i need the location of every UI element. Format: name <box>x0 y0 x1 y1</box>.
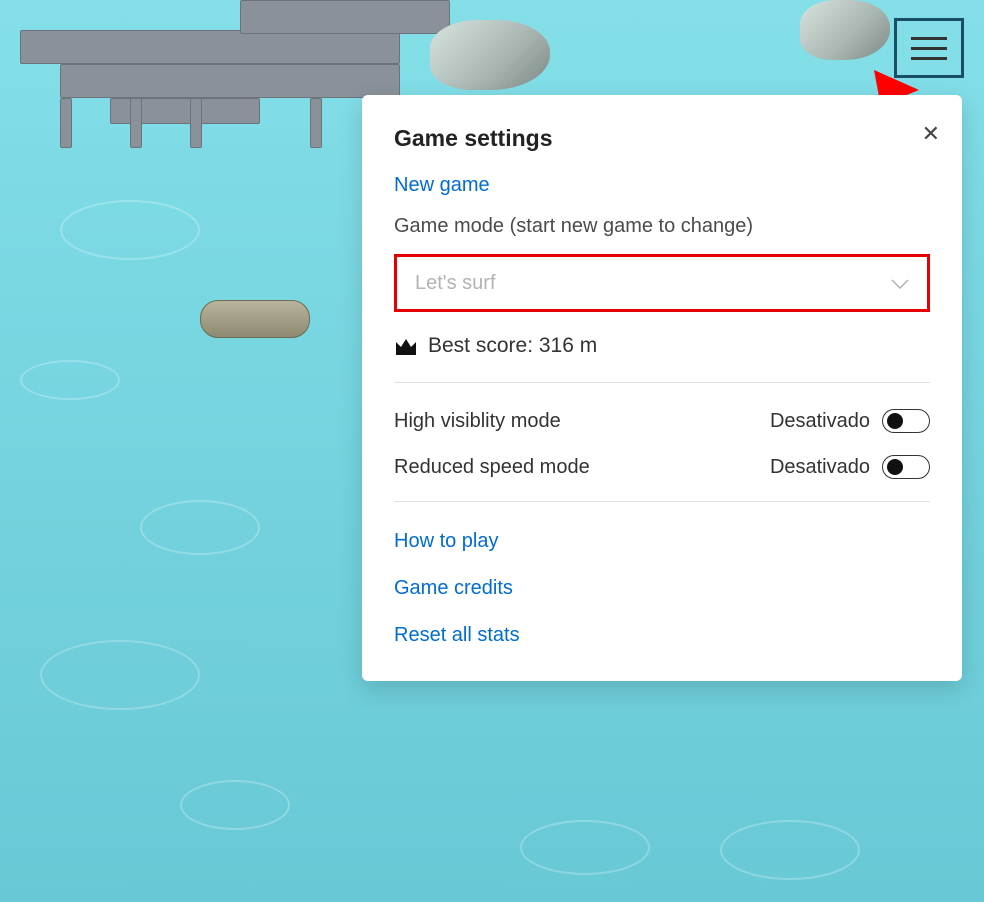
game-mode-label: Game mode (start new game to change) <box>394 215 930 238</box>
new-game-link[interactable]: New game <box>394 174 930 197</box>
reduced-speed-toggle[interactable] <box>882 455 930 479</box>
menu-button[interactable] <box>894 18 964 78</box>
panel-title: Game settings <box>394 125 930 152</box>
reduced-speed-state: Desativado <box>770 456 870 479</box>
how-to-play-link[interactable]: How to play <box>394 530 930 553</box>
best-score-text: Best score: 316 m <box>428 334 597 358</box>
high-visibility-state: Desativado <box>770 410 870 433</box>
menu-icon <box>911 37 947 40</box>
reduced-speed-label: Reduced speed mode <box>394 456 590 479</box>
high-visibility-row: High visiblity mode Desativado <box>394 409 930 433</box>
game-settings-panel: ✕ Game settings New game Game mode (star… <box>362 95 962 681</box>
game-credits-link[interactable]: Game credits <box>394 577 930 600</box>
close-icon: ✕ <box>922 121 940 146</box>
divider <box>394 501 930 502</box>
best-score-row: Best score: 316 m <box>394 334 930 383</box>
crown-icon <box>394 336 418 356</box>
dropdown-selected-value: Let's surf <box>415 272 496 295</box>
close-button[interactable]: ✕ <box>922 123 940 145</box>
chevron-down-icon <box>891 272 909 295</box>
reduced-speed-row: Reduced speed mode Desativado <box>394 455 930 479</box>
high-visibility-label: High visiblity mode <box>394 410 561 433</box>
game-mode-dropdown[interactable]: Let's surf <box>394 254 930 312</box>
reset-stats-link[interactable]: Reset all stats <box>394 624 930 647</box>
high-visibility-toggle[interactable] <box>882 409 930 433</box>
